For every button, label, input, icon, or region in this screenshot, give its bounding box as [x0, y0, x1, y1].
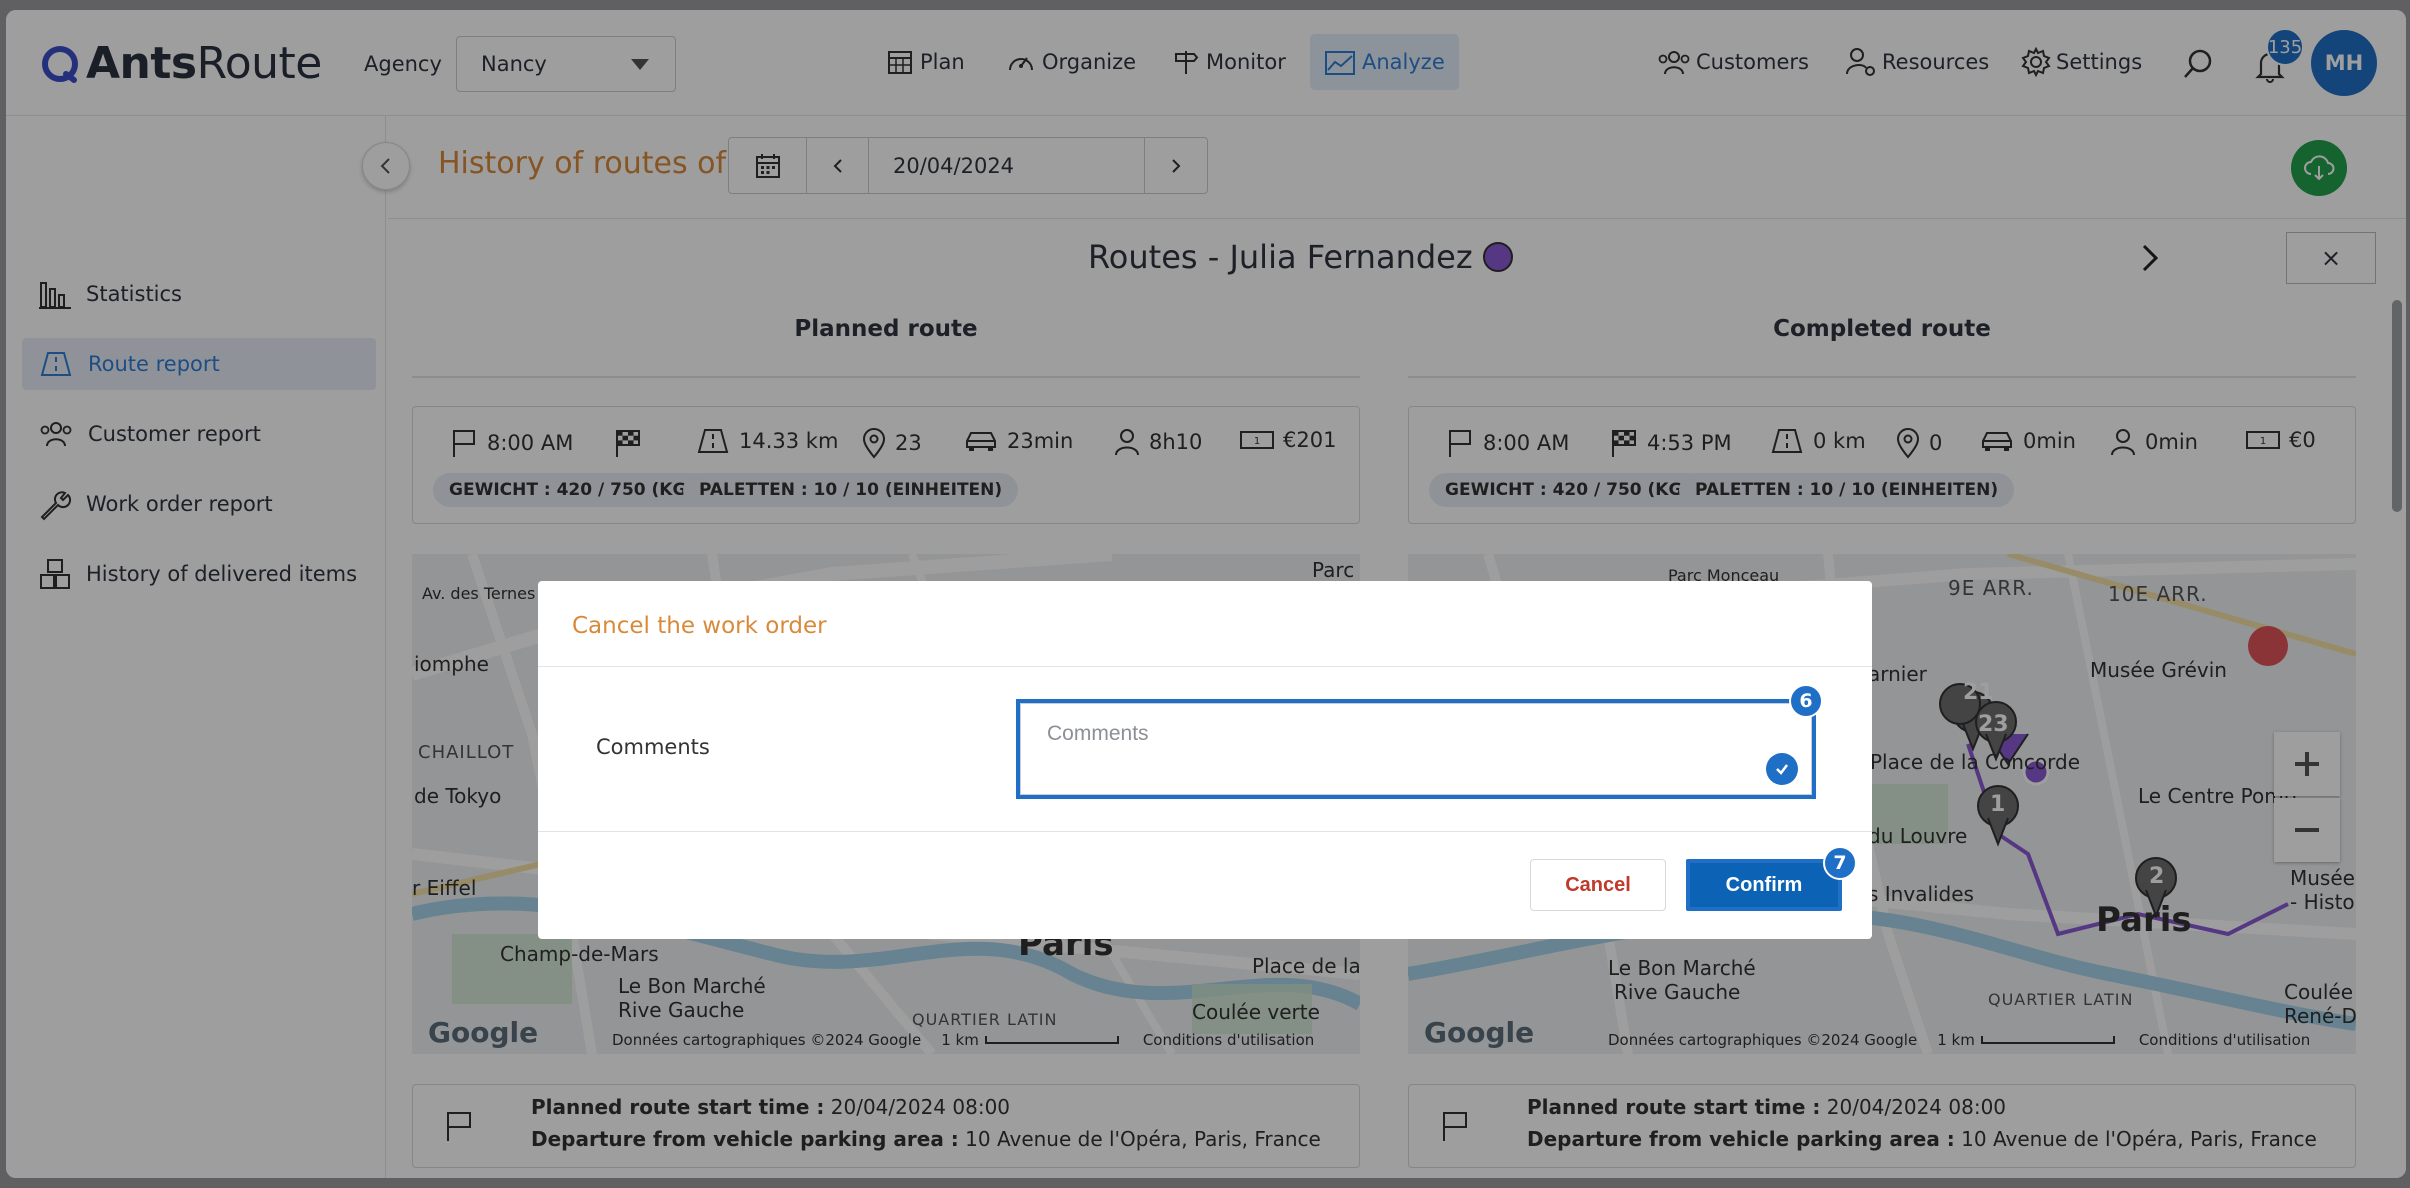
check-circle-icon: [1766, 753, 1798, 785]
step-badge-confirm: 7: [1823, 846, 1857, 880]
divider: [538, 666, 1872, 667]
cancel-button[interactable]: Cancel: [1530, 859, 1666, 911]
comments-label: Comments: [596, 735, 710, 759]
dialog-title: Cancel the work order: [572, 613, 827, 639]
cancel-work-order-dialog: Cancel the work order Comments Cancel Co…: [538, 581, 1872, 939]
comments-textarea[interactable]: [1020, 703, 1812, 795]
confirm-button[interactable]: Confirm: [1686, 859, 1842, 911]
comments-field-wrapper: [1016, 699, 1816, 799]
divider: [538, 831, 1872, 832]
step-badge-comments: 6: [1789, 684, 1823, 718]
